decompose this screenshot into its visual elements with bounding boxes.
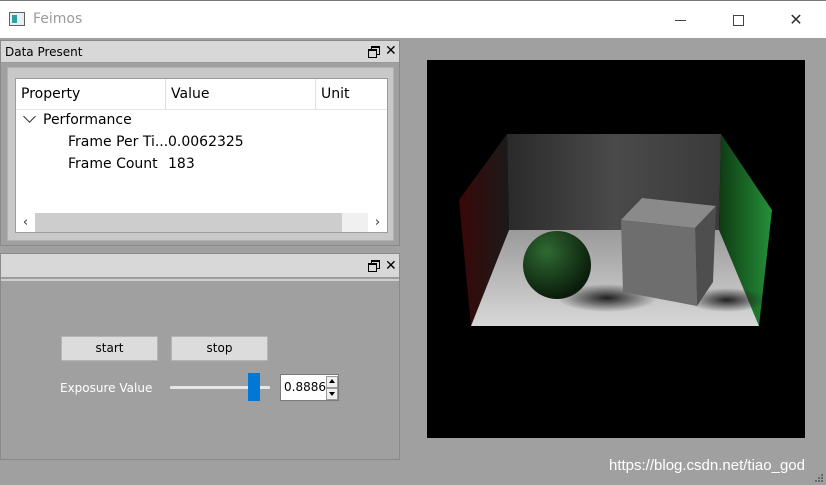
tree-row-property: Frame Count: [68, 156, 158, 172]
dock-float-icon[interactable]: [368, 45, 380, 58]
tree-panel: Property Value Unit Performance Frame Pe…: [7, 67, 394, 241]
close-icon: ✕: [789, 10, 803, 29]
dock-title-bar[interactable]: Data Present ✕: [1, 41, 399, 63]
dock-title: Data Present: [5, 45, 83, 59]
tree-row[interactable]: Frame Per Ti... 0.0062325: [16, 132, 387, 154]
size-grip-icon[interactable]: [814, 473, 824, 483]
column-header-property[interactable]: Property: [16, 79, 166, 110]
chevron-down-icon[interactable]: [23, 110, 36, 123]
tree-row-value: 183: [168, 156, 195, 172]
scroll-left-icon[interactable]: ‹: [16, 213, 35, 232]
render-viewport[interactable]: [427, 60, 805, 438]
watermark-text: https://blog.csdn.net/tiao_god: [609, 457, 805, 474]
maximize-button[interactable]: [708, 1, 768, 38]
maximize-icon: [732, 15, 744, 26]
dock-float-icon[interactable]: [368, 259, 380, 272]
column-header-value[interactable]: Value: [166, 79, 316, 110]
app-window-icon: [9, 12, 25, 26]
exposure-spinbox[interactable]: 0.8886: [280, 374, 339, 401]
property-tree: Property Value Unit Performance Frame Pe…: [15, 78, 388, 233]
title-bar: Feimos ✕: [0, 0, 826, 38]
exposure-value[interactable]: 0.8886: [284, 380, 326, 394]
exposure-label: Exposure Value: [60, 381, 153, 395]
tree-header: Property Value Unit: [16, 79, 387, 110]
dock-close-icon[interactable]: ✕: [385, 257, 397, 275]
stop-button[interactable]: stop: [171, 336, 268, 361]
minimize-button[interactable]: [650, 1, 710, 38]
scroll-right-icon[interactable]: ›: [368, 213, 387, 232]
tree-group-row[interactable]: Performance: [16, 110, 387, 132]
rendered-scene: [459, 134, 772, 326]
tree-row[interactable]: Frame Count 183: [16, 154, 387, 176]
minimize-icon: [674, 20, 686, 21]
window-title: Feimos: [33, 11, 83, 27]
tree-row-property: Frame Per Ti...: [68, 134, 169, 150]
green-sphere: [523, 231, 591, 299]
spin-up-icon[interactable]: [326, 376, 338, 388]
data-present-dock: Data Present ✕ Property Value Unit Perfo…: [0, 40, 400, 246]
horizontal-scrollbar[interactable]: ‹ ›: [16, 213, 387, 232]
close-button[interactable]: ✕: [766, 1, 826, 38]
start-button[interactable]: start: [61, 336, 158, 361]
column-header-unit[interactable]: Unit: [316, 79, 387, 110]
dock-title-bar[interactable]: ✕: [1, 254, 399, 278]
controls-panel: [1, 279, 399, 459]
cube-front: [621, 220, 697, 306]
scroll-thumb[interactable]: [35, 213, 342, 232]
tree-row-value: 0.0062325: [168, 134, 244, 150]
dock-close-icon[interactable]: ✕: [385, 42, 397, 60]
spin-down-icon[interactable]: [326, 388, 338, 400]
exposure-slider-handle[interactable]: [248, 373, 260, 401]
tree-group-label: Performance: [43, 112, 132, 128]
